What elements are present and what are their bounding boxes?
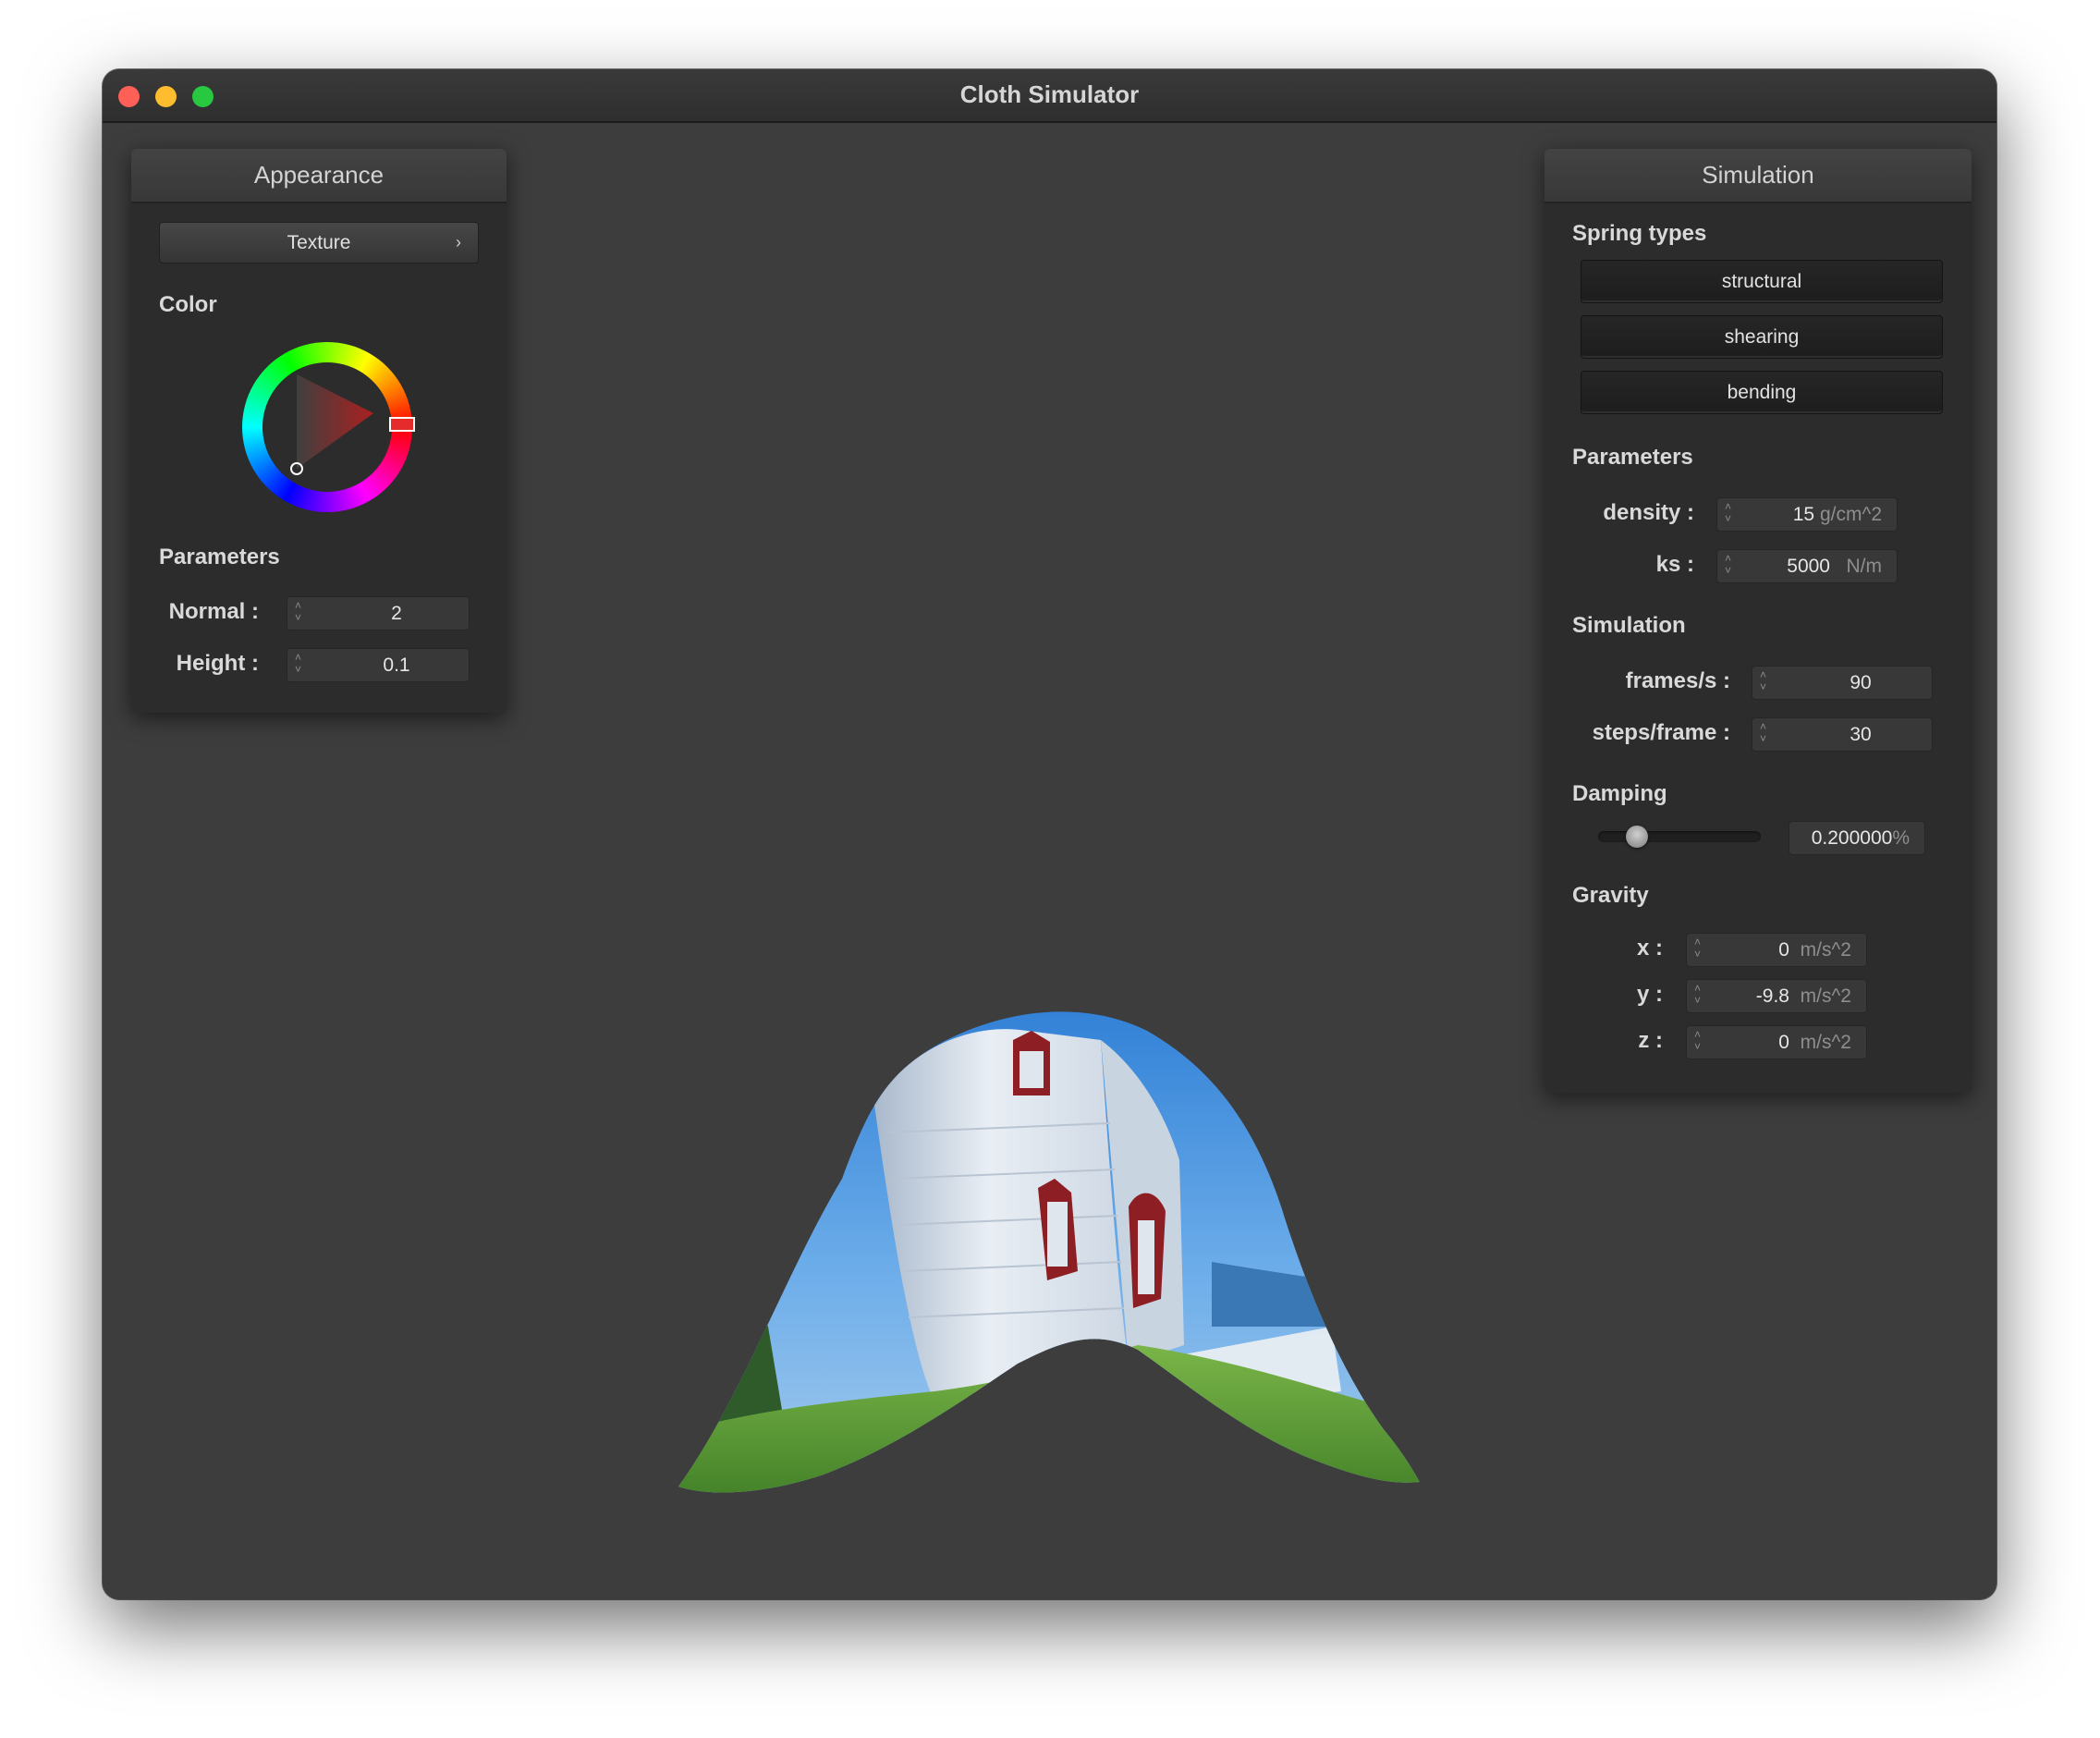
steps-label: steps/frame :	[1592, 720, 1730, 745]
simulation-section-label: Simulation	[1572, 613, 1686, 638]
density-input[interactable]: ˄ ˅ 15 g/cm^2	[1716, 497, 1898, 532]
damping-input[interactable]: 0.200000%	[1789, 821, 1925, 855]
gravity-z-unit: m/s^2	[1800, 1032, 1851, 1053]
gravity-y-value: -9.8	[1755, 985, 1789, 1007]
ks-value: 5000	[1787, 556, 1830, 577]
height-value: 0.1	[383, 655, 410, 676]
gravity-y-unit: m/s^2	[1800, 985, 1851, 1007]
texture-button[interactable]: Texture ›	[159, 222, 479, 263]
density-value: 15	[1792, 504, 1815, 525]
steps-value: 30	[1850, 724, 1872, 745]
color-wheel[interactable]	[239, 339, 415, 515]
stepper-icon[interactable]: ˄ ˅	[295, 652, 301, 676]
color-label: Color	[159, 292, 217, 317]
hue-picker-handle[interactable]	[389, 417, 415, 432]
shearing-button[interactable]: shearing	[1581, 315, 1943, 359]
gravity-x-label: x :	[1636, 936, 1663, 961]
gravity-y-label: y :	[1636, 982, 1663, 1007]
appearance-panel: Appearance Texture › Color Parameters No…	[131, 149, 507, 713]
gravity-x-value: 0	[1778, 939, 1789, 961]
texture-button-label: Texture	[287, 232, 351, 253]
stepper-icon[interactable]: ˄ ˅	[1760, 669, 1766, 693]
ks-input[interactable]: ˄ ˅ 5000 N/m	[1716, 549, 1898, 583]
gravity-x-unit: m/s^2	[1800, 939, 1851, 961]
frames-input[interactable]: ˄ ˅ 90	[1752, 666, 1933, 700]
density-unit: g/cm^2	[1819, 504, 1882, 525]
gravity-z-value: 0	[1778, 1032, 1789, 1053]
damping-slider-knob[interactable]	[1626, 826, 1649, 848]
appearance-header[interactable]: Appearance	[131, 149, 507, 203]
damping-label: Damping	[1572, 781, 1667, 806]
normal-value: 2	[391, 603, 402, 624]
stepper-icon[interactable]: ˄ ˅	[1694, 936, 1701, 961]
stepper-icon[interactable]: ˄ ˅	[1760, 721, 1766, 745]
cloth-mesh	[678, 1011, 1420, 1493]
steps-input[interactable]: ˄ ˅ 30	[1752, 717, 1933, 752]
normal-label: Normal :	[168, 599, 259, 624]
stepper-icon[interactable]: ˄ ˅	[1694, 983, 1701, 1007]
damping-slider[interactable]	[1598, 826, 1761, 848]
ks-label: ks :	[1655, 552, 1694, 577]
gravity-z-label: z :	[1638, 1028, 1663, 1053]
damping-value: 0.200000	[1811, 827, 1893, 849]
height-label: Height :	[176, 651, 259, 676]
stepper-icon[interactable]: ˄ ˅	[1694, 1029, 1701, 1053]
stepper-icon[interactable]: ˄ ˅	[295, 600, 301, 624]
gravity-x-input[interactable]: ˄ ˅ 0 m/s^2	[1686, 933, 1867, 967]
frames-value: 90	[1850, 672, 1872, 693]
frames-label: frames/s :	[1625, 668, 1730, 693]
gravity-label: Gravity	[1572, 883, 1649, 908]
simulation-panel: Simulation Spring types structural shear…	[1544, 149, 1972, 1093]
app-window: Cloth Simulator Appearance Texture › Col…	[103, 69, 1996, 1599]
sim-parameters-label: Parameters	[1572, 445, 1693, 470]
stepper-icon[interactable]: ˄ ˅	[1725, 553, 1731, 577]
normal-input[interactable]: ˄ ˅ 2	[287, 596, 470, 630]
chevron-right-icon: ›	[456, 233, 461, 251]
height-input[interactable]: ˄ ˅ 0.1	[287, 648, 470, 682]
ks-unit: N/m	[1846, 556, 1883, 577]
gravity-z-input[interactable]: ˄ ˅ 0 m/s^2	[1686, 1025, 1867, 1059]
simulation-header[interactable]: Simulation	[1544, 149, 1972, 203]
appearance-parameters-label: Parameters	[159, 545, 280, 569]
stepper-icon[interactable]: ˄ ˅	[1725, 501, 1731, 525]
gravity-y-input[interactable]: ˄ ˅ -9.8 m/s^2	[1686, 979, 1867, 1013]
spring-types-label: Spring types	[1572, 221, 1707, 246]
bending-button[interactable]: bending	[1581, 371, 1943, 414]
density-label: density :	[1603, 500, 1694, 525]
structural-button[interactable]: structural	[1581, 260, 1943, 303]
damping-unit: %	[1892, 827, 1910, 849]
